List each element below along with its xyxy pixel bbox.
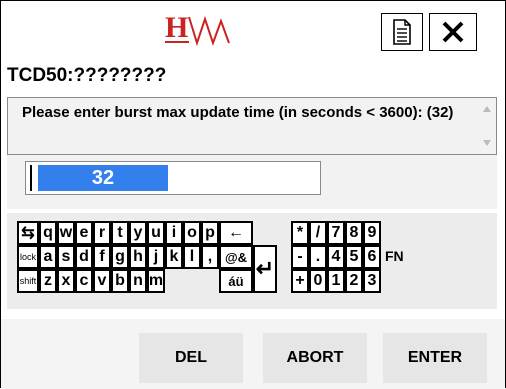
- enter-button[interactable]: ENTER: [383, 333, 487, 383]
- key-k[interactable]: k: [165, 245, 183, 269]
- value-input[interactable]: 32: [25, 161, 321, 195]
- key-minus[interactable]: -: [291, 245, 309, 269]
- key-x[interactable]: x: [57, 269, 75, 293]
- svg-text:H: H: [165, 11, 188, 44]
- key-w[interactable]: w: [57, 221, 75, 245]
- del-button[interactable]: DEL: [139, 333, 243, 383]
- scrollbar[interactable]: [480, 100, 494, 152]
- symbols-key[interactable]: @&: [219, 245, 253, 269]
- accents-key[interactable]: áü: [219, 269, 253, 293]
- key-3[interactable]: 3: [363, 269, 381, 293]
- key-9[interactable]: 9: [363, 221, 381, 245]
- key-o[interactable]: o: [183, 221, 201, 245]
- app-window: H TCD50:???????? Please enter burst max …: [0, 0, 506, 389]
- key-slash[interactable]: /: [309, 221, 327, 245]
- key-7[interactable]: 7: [327, 221, 345, 245]
- key-d[interactable]: d: [75, 245, 93, 269]
- close-button[interactable]: [429, 13, 477, 51]
- logo: H: [165, 11, 230, 47]
- key-r[interactable]: r: [93, 221, 111, 245]
- key-h[interactable]: h: [129, 245, 147, 269]
- fn-key[interactable]: FN: [385, 248, 404, 264]
- header: H: [1, 1, 505, 63]
- key-c[interactable]: c: [75, 269, 93, 293]
- key-0[interactable]: 0: [309, 269, 327, 293]
- key-f[interactable]: f: [93, 245, 111, 269]
- key-t[interactable]: t: [111, 221, 129, 245]
- key-y[interactable]: y: [129, 221, 147, 245]
- key-v[interactable]: v: [93, 269, 111, 293]
- key-j[interactable]: j: [147, 245, 165, 269]
- backspace-key[interactable]: ←: [219, 221, 253, 245]
- key-b[interactable]: b: [111, 269, 129, 293]
- text-caret: [30, 165, 32, 191]
- device-label: TCD50:????????: [7, 65, 167, 86]
- document-icon: [393, 19, 411, 45]
- abort-button[interactable]: ABORT: [263, 333, 367, 383]
- key-q[interactable]: q: [39, 221, 57, 245]
- key-n[interactable]: n: [129, 269, 147, 293]
- input-value: 32: [38, 165, 168, 191]
- key-l[interactable]: l: [183, 245, 201, 269]
- key-dot[interactable]: .: [309, 245, 327, 269]
- key-s[interactable]: s: [57, 245, 75, 269]
- key-z[interactable]: z: [39, 269, 57, 293]
- key-asterisk[interactable]: *: [291, 221, 309, 245]
- key-2[interactable]: 2: [345, 269, 363, 293]
- key-plus[interactable]: +: [291, 269, 309, 293]
- shift-key[interactable]: shift: [17, 269, 39, 293]
- key-m[interactable]: m: [147, 269, 165, 293]
- enter-key[interactable]: ↵: [253, 245, 277, 293]
- key-5[interactable]: 5: [345, 245, 363, 269]
- key-a[interactable]: a: [39, 245, 57, 269]
- key-4[interactable]: 4: [327, 245, 345, 269]
- key-p[interactable]: p: [201, 221, 219, 245]
- key-8[interactable]: 8: [345, 221, 363, 245]
- key-1[interactable]: 1: [327, 269, 345, 293]
- key-u[interactable]: u: [147, 221, 165, 245]
- key-e[interactable]: e: [75, 221, 93, 245]
- prompt-box: Please enter burst max update time (in s…: [7, 97, 497, 155]
- document-button[interactable]: [381, 13, 423, 51]
- key-i[interactable]: i: [165, 221, 183, 245]
- key-6[interactable]: 6: [363, 245, 381, 269]
- tab-key[interactable]: ⇆: [17, 221, 39, 245]
- prompt-text: Please enter burst max update time (in s…: [22, 104, 454, 121]
- close-icon: [442, 21, 464, 43]
- key-g[interactable]: g: [111, 245, 129, 269]
- caps-lock-key[interactable]: lock: [17, 245, 39, 269]
- key-comma[interactable]: ,: [201, 245, 219, 269]
